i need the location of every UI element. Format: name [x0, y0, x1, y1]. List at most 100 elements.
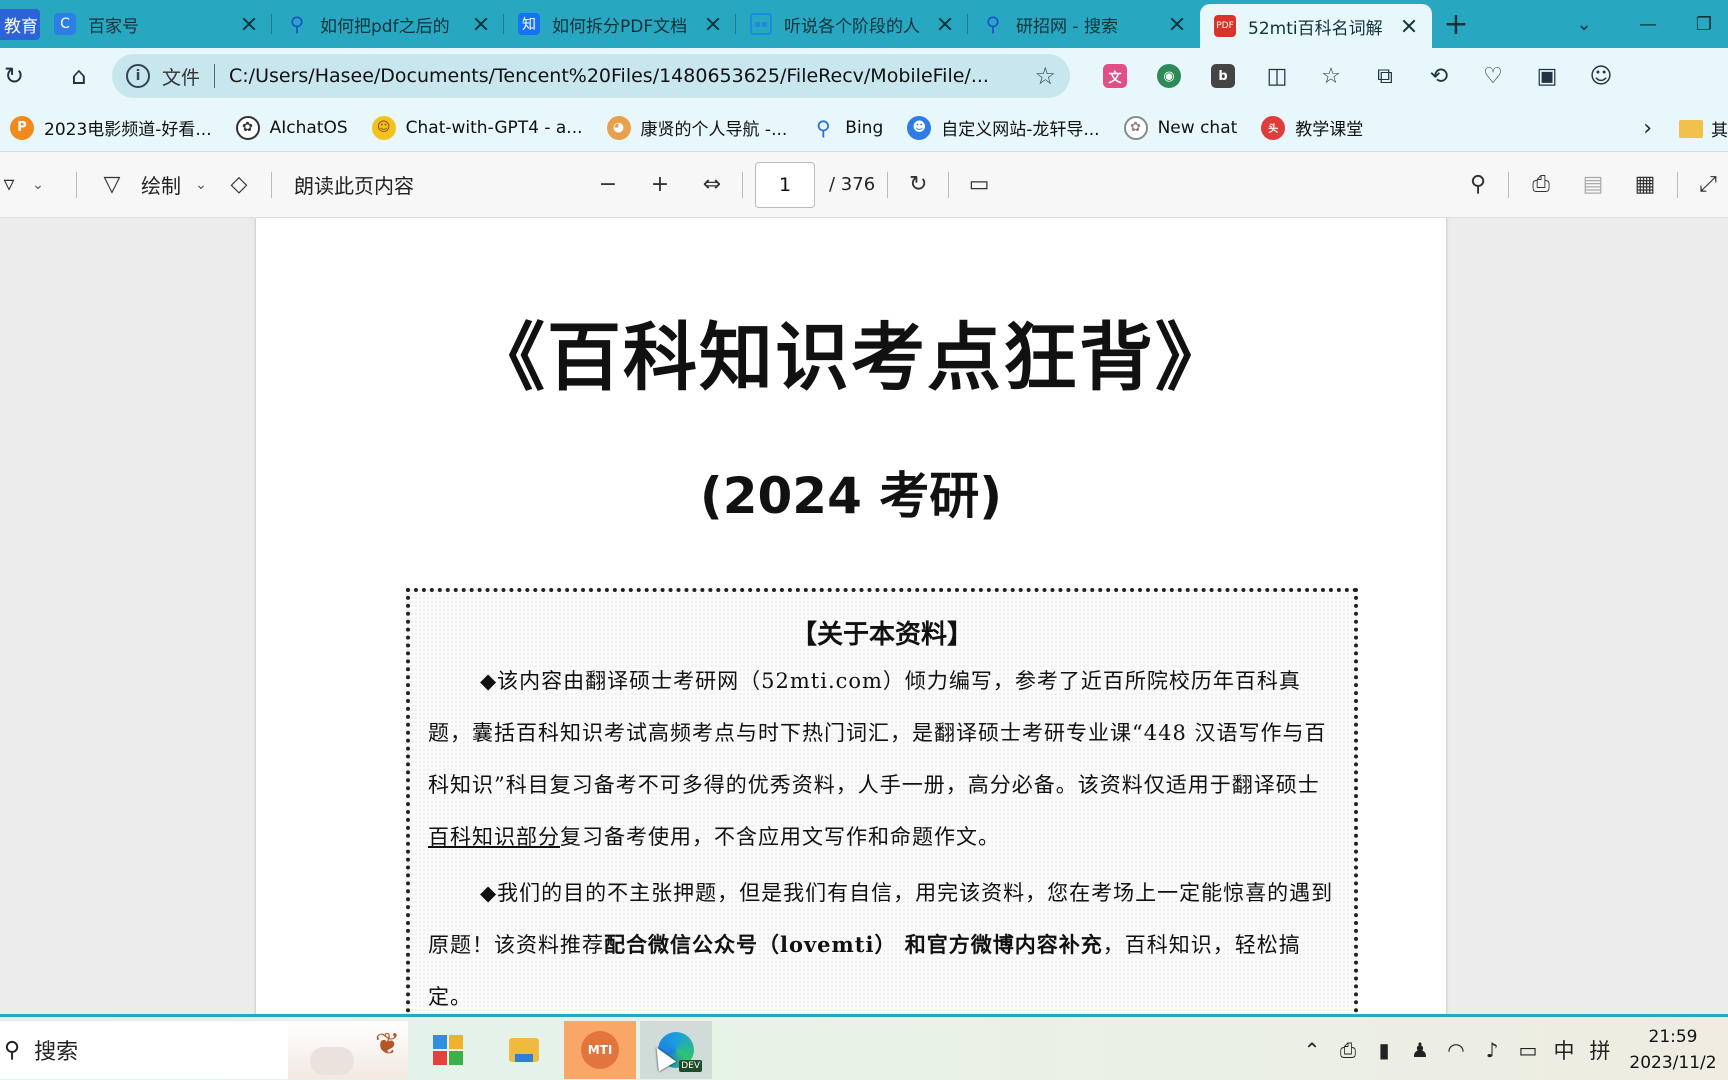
address-toolbar: ↻ ⌂ i 文件 C:/Users/Hasee/Documents/Tencen… [0, 48, 1728, 104]
other-favorites-folder[interactable]: 其 [1679, 116, 1728, 141]
translate-extension-icon[interactable]: 文 [1088, 53, 1142, 99]
profile-icon[interactable]: ☺ [1574, 53, 1628, 99]
rotate-icon[interactable]: ↻ [900, 165, 936, 205]
favorite-chat-gpt4[interactable]: ☺ Chat-with-GPT4 - a... [371, 115, 583, 140]
save-as-icon[interactable]: ▦ [1623, 165, 1667, 205]
wifi-icon[interactable]: ◠ [1438, 1038, 1474, 1062]
taskbar: ⚲ 搜索 ❦ MTI DEV ⌃ ⎙ ▮ ♟ ◠ ♪ ▭ 中 拼 21:59 2… [0, 1014, 1728, 1080]
home-icon[interactable]: ⌂ [56, 53, 102, 99]
tab-title: 如何拆分PDF文档 [552, 16, 688, 37]
mti-app-button[interactable]: MTI [564, 1021, 636, 1079]
folder-label: 其 [1711, 121, 1728, 141]
wallet-icon[interactable]: ▣ [1520, 53, 1574, 99]
tab-partial[interactable]: 教育 [0, 0, 40, 48]
favorites-icon[interactable]: ☆ [1304, 53, 1358, 99]
favorite-aichatos[interactable]: ✿ AIchatOS [235, 115, 348, 140]
favorite-star-icon[interactable]: ☆ [1034, 62, 1056, 90]
favorite-new-chat[interactable]: ✿ New chat [1123, 115, 1237, 140]
favorite-movie[interactable]: P 2023电影频道-好看... [10, 115, 212, 140]
toutiao-icon: 头 [1261, 115, 1286, 140]
close-tab-icon[interactable] [936, 15, 954, 33]
eraser-icon[interactable]: ◇ [221, 165, 257, 205]
printer-icon[interactable]: ⎙ [1330, 1038, 1366, 1062]
zoom-out-icon[interactable]: − [590, 165, 626, 205]
tab-baijiahao[interactable]: C 百家号 [40, 0, 272, 48]
zoom-in-icon[interactable]: + [642, 165, 678, 205]
refresh-icon[interactable]: ↻ [0, 53, 28, 99]
ime-mode-indicator[interactable]: 拼 [1582, 1035, 1618, 1065]
chevron-down-icon[interactable]: ⌄ [18, 165, 58, 205]
qq-penguin-icon[interactable]: ♟ [1402, 1038, 1438, 1062]
favorite-teaching[interactable]: 头 教学课堂 [1261, 115, 1363, 140]
battery-icon[interactable]: ▭ [1510, 1038, 1546, 1062]
favorite-bing[interactable]: ⚲ Bing [811, 116, 883, 140]
search-icon: ⚲ [985, 12, 1001, 36]
favorite-kangxian[interactable]: ◕ 康贤的个人导航 -... [606, 115, 787, 140]
volume-icon[interactable]: ♪ [1474, 1038, 1510, 1062]
tab-search-pdf[interactable]: ⚲ 如何把pdf之后的 [272, 0, 504, 48]
ime-language-indicator[interactable]: 中 [1546, 1035, 1582, 1065]
baijiahao-icon: C [54, 13, 76, 35]
address-bar[interactable]: i 文件 C:/Users/Hasee/Documents/Tencent%20… [112, 54, 1070, 98]
read-aloud-button[interactable]: 朗读此页内容 [294, 165, 414, 205]
tab-active-pdf[interactable]: PDF 52mti百科名词解 [1200, 4, 1432, 48]
clock-date: 2023/11/2 [1629, 1053, 1717, 1073]
pdf-page: 《百科知识考点狂背》 (2024 考研) 【关于本资料】 ◆该内容由翻译硕士考研… [256, 218, 1446, 1014]
folder-icon [1679, 119, 1703, 138]
clock[interactable]: 21:59 2023/11/2 [1618, 1024, 1728, 1076]
tab-zhihu[interactable]: 知 如何拆分PDF文档 [504, 0, 736, 48]
minimize-button[interactable]: — [1616, 0, 1680, 48]
favorite-label: Bing [845, 117, 884, 138]
close-tab-icon[interactable] [1400, 17, 1418, 35]
fit-width-icon[interactable]: ⇔ [694, 165, 730, 205]
tab-bilibili[interactable]: ▪▪ 听说各个阶段的人 [736, 0, 968, 48]
restore-button[interactable]: ❐ [1680, 0, 1728, 48]
highlight-icon[interactable]: ▿ [0, 165, 18, 205]
close-tab-icon[interactable] [240, 15, 258, 33]
globe-extension-icon[interactable]: ◉ [1142, 53, 1196, 99]
pdf-toolbar: ▿ ⌄ ▽ 绘制 ⌄ ◇ 朗读此页内容 − + ⇔ 1 / 376 ↻ ▭ ⚲ … [0, 152, 1728, 218]
tab-list-chevron-icon[interactable]: ⌄ [1552, 0, 1616, 48]
search-icon[interactable]: ⚲ [1458, 165, 1498, 205]
draw-button[interactable]: 绘制 [141, 165, 181, 205]
b-extension-icon[interactable]: b [1196, 53, 1250, 99]
file-label: 文件 [162, 66, 201, 89]
close-tab-icon[interactable] [472, 15, 490, 33]
favorites-overflow-chevron-icon[interactable]: › [1643, 116, 1652, 141]
pdf-icon: PDF [1214, 15, 1236, 37]
split-screen-icon[interactable]: ◫ [1250, 53, 1304, 99]
windows-logo-icon [433, 1035, 463, 1065]
tab-title: 听说各个阶段的人 [784, 16, 920, 37]
taskbar-search[interactable]: ⚲ 搜索 ❦ [0, 1021, 408, 1079]
collections-icon[interactable]: ⧉ [1358, 53, 1412, 99]
chevron-down-icon[interactable]: ⌄ [181, 165, 221, 205]
openai-icon: ✿ [1123, 115, 1148, 140]
draw-icon[interactable]: ▽ [97, 165, 127, 205]
file-explorer-button[interactable] [488, 1021, 560, 1079]
save-icon[interactable]: ▤ [1571, 165, 1615, 205]
performance-icon[interactable]: ♡ [1466, 53, 1520, 99]
search-icon: ⚲ [289, 12, 305, 36]
info-icon[interactable]: i [126, 64, 150, 88]
fullscreen-icon[interactable]: ⤢ [1688, 165, 1728, 205]
favorite-label: 自定义网站-龙轩导... [941, 120, 1100, 140]
tab-title: 52mti百科名词解 [1248, 18, 1383, 39]
pdf-viewport[interactable]: 《百科知识考点狂背》 (2024 考研) 【关于本资料】 ◆该内容由翻译硕士考研… [0, 218, 1728, 1014]
history-icon[interactable]: ⟲ [1412, 53, 1466, 99]
favorites-bar: P 2023电影频道-好看... ✿ AIchatOS ☺ Chat-with-… [0, 104, 1728, 152]
document-title: 《百科知识考点狂背》 [471, 315, 1231, 401]
robot-icon: ☻ [907, 115, 932, 140]
microphone-icon[interactable]: ▮ [1366, 1038, 1402, 1062]
search-icon: ⚲ [815, 115, 831, 140]
show-hidden-icons-chevron-icon[interactable]: ⌃ [1294, 1038, 1330, 1062]
tab-yanzhao[interactable]: ⚲ 研招网 - 搜索 [968, 0, 1200, 48]
start-button[interactable] [412, 1021, 484, 1079]
favorite-longxuan[interactable]: ☻ 自定义网站-龙轩导... [907, 115, 1100, 140]
print-icon[interactable]: ⎙ [1519, 165, 1563, 205]
close-tab-icon[interactable] [1168, 15, 1186, 33]
close-tab-icon[interactable] [704, 15, 722, 33]
new-tab-button[interactable]: + [1432, 0, 1480, 48]
url-text[interactable]: C:/Users/Hasee/Documents/Tencent%20Files… [229, 65, 1024, 87]
page-number-input[interactable]: 1 [755, 161, 815, 208]
page-view-icon[interactable]: ▭ [961, 165, 997, 205]
